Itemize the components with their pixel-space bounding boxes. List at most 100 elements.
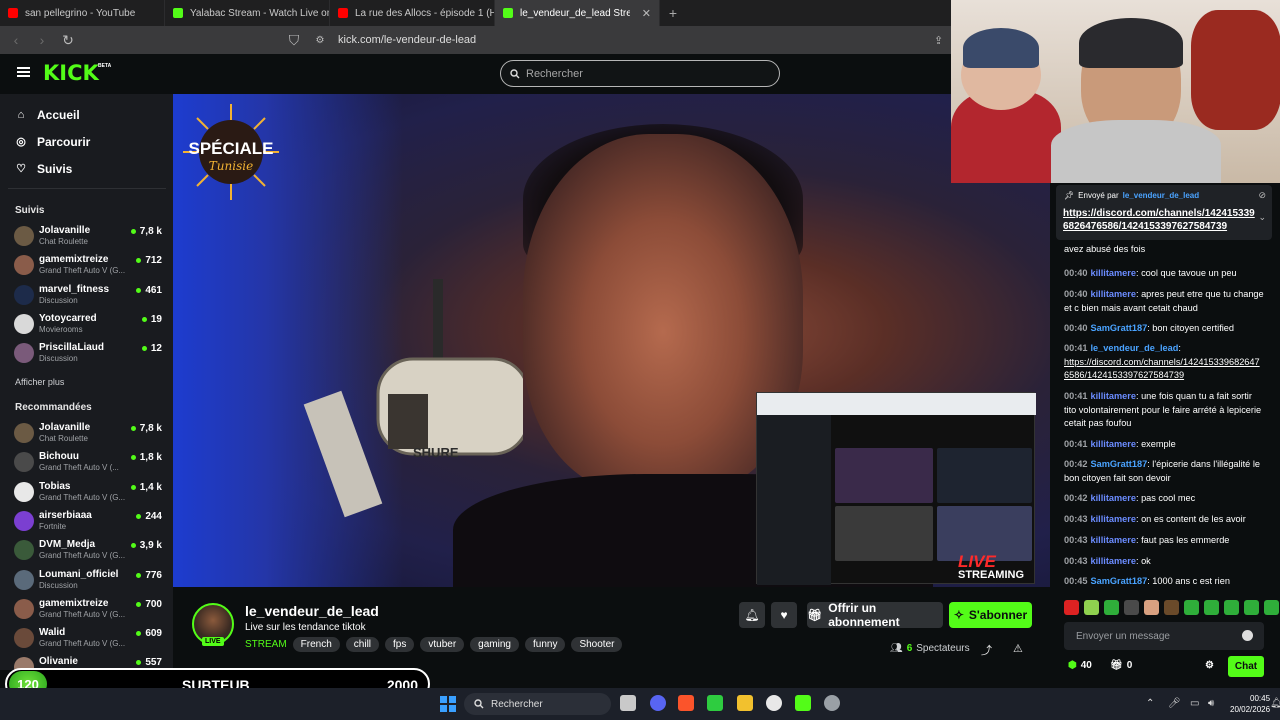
- close-tab-icon[interactable]: ✕: [642, 7, 651, 20]
- channel-points[interactable]: ⬢ 40: [1068, 660, 1092, 671]
- microphone-icon[interactable]: 🎤︎: [1168, 698, 1181, 709]
- chat-link[interactable]: https://discord.com/channels/14241533968…: [1064, 357, 1260, 381]
- channel-item[interactable]: Jolavanille Chat Roulette 7,8 k: [14, 223, 162, 249]
- new-tab-button[interactable]: +: [660, 5, 686, 21]
- chat-username[interactable]: killitamere: [1091, 289, 1136, 299]
- settings-icon[interactable]: [824, 695, 840, 711]
- browser-tab[interactable]: Yalabac Stream - Watch Live on Kick: [165, 0, 330, 26]
- chat-username[interactable]: SamGratt187: [1091, 459, 1148, 469]
- emote-icon[interactable]: [1124, 600, 1139, 615]
- category-link[interactable]: STREAM: [245, 639, 287, 650]
- emote-icon[interactable]: [1164, 600, 1179, 615]
- chat-username[interactable]: killitamere: [1091, 493, 1136, 503]
- gift-counter[interactable]: 🎁︎ 0: [1110, 660, 1132, 671]
- chat-username[interactable]: killitamere: [1091, 268, 1136, 278]
- chevron-down-icon[interactable]: ⌄: [1258, 212, 1266, 223]
- tag-chip[interactable]: chill: [345, 637, 380, 652]
- report-icon[interactable]: ⚠: [1013, 642, 1023, 655]
- send-chat-button[interactable]: Chat: [1228, 656, 1264, 677]
- back-icon[interactable]: ‹: [8, 32, 24, 48]
- channel-item[interactable]: PriscillaLiaud Discussion 12: [14, 340, 162, 366]
- emote-icon[interactable]: [1224, 600, 1239, 615]
- emote-icon[interactable]: [1244, 600, 1259, 615]
- tag-chip[interactable]: French: [292, 637, 340, 652]
- emoji-picker-icon[interactable]: [1242, 630, 1253, 641]
- chat-username[interactable]: killitamere: [1091, 391, 1136, 401]
- video-player[interactable]: SHURE SPÉCIALE Tunisie LIVE STREAMING: [173, 94, 1050, 587]
- show-more-link[interactable]: Afficher plus: [15, 377, 64, 387]
- browser-tab-active[interactable]: le_vendeur_de_lead Stream - Watch Live o…: [495, 0, 660, 26]
- brave-icon[interactable]: [678, 695, 694, 711]
- volume-icon[interactable]: 🔊︎: [1208, 698, 1214, 709]
- chat-username[interactable]: le_vendeur_de_lead: [1091, 343, 1179, 353]
- windows-start-icon[interactable]: [440, 696, 456, 712]
- tag-chip[interactable]: Shooter: [571, 637, 623, 652]
- emote-icon[interactable]: [1264, 600, 1279, 615]
- share-icon[interactable]: ⤴: [981, 642, 992, 658]
- channel-item[interactable]: airserbiaaa Fortnite 244: [14, 508, 162, 534]
- emote-icon[interactable]: [1104, 600, 1119, 615]
- chrome-icon[interactable]: [766, 695, 782, 711]
- sidebar-item-accueil[interactable]: ⌂ Accueil: [15, 108, 80, 122]
- channel-category: Fortnite: [39, 521, 67, 531]
- channel-item[interactable]: gamemixtreize Grand Theft Auto V (G... 700: [14, 596, 162, 622]
- bookmark-icon[interactable]: ⛉: [286, 32, 302, 49]
- wifi-icon[interactable]: ▭: [1190, 698, 1199, 709]
- emote-icon[interactable]: [1084, 600, 1099, 615]
- emote-icon[interactable]: [1184, 600, 1199, 615]
- pinned-link[interactable]: https://discord.com/channels/14241533968…: [1063, 207, 1258, 233]
- notification-icon[interactable]: 🔔︎: [1270, 698, 1280, 709]
- sidebar-item-suivis[interactable]: ♡ Suivis: [15, 162, 72, 176]
- tag-chip[interactable]: fps: [385, 637, 415, 652]
- chat-username[interactable]: killitamere: [1091, 556, 1136, 566]
- forward-icon[interactable]: ›: [34, 32, 50, 48]
- discord-icon[interactable]: [650, 695, 666, 711]
- channel-item[interactable]: Yotoycarred Movierooms 19: [14, 311, 162, 337]
- subscribe-button[interactable]: ✧ S'abonner: [949, 602, 1032, 628]
- hide-pin-icon[interactable]: ⊘: [1258, 190, 1266, 201]
- task-view-icon[interactable]: [620, 695, 636, 711]
- taskbar-search[interactable]: Rechercher: [464, 693, 611, 715]
- channel-item[interactable]: DVM_Medja Grand Theft Auto V (G... 3,9 k: [14, 537, 162, 563]
- channel-item[interactable]: Walid Grand Theft Auto V (G... 609: [14, 625, 162, 651]
- chat-username[interactable]: SamGratt187: [1091, 323, 1148, 333]
- menu-icon[interactable]: [17, 67, 30, 77]
- channel-item[interactable]: gamemixtreize Grand Theft Auto V (G... 712: [14, 252, 162, 278]
- chat-settings-icon[interactable]: ⚙: [1205, 660, 1214, 671]
- channel-item[interactable]: Jolavanille Chat Roulette 7,8 k: [14, 420, 162, 446]
- channel-item[interactable]: Bichouu Grand Theft Auto V (... 1,8 k: [14, 449, 162, 475]
- tag-chip[interactable]: vtuber: [420, 637, 465, 652]
- sidebar-item-parcourir[interactable]: ◎ Parcourir: [15, 135, 90, 149]
- tray-chevron-icon[interactable]: ⌃: [1146, 698, 1154, 709]
- notification-bell-button[interactable]: 🔔︎: [739, 602, 765, 628]
- gift-subscription-button[interactable]: 🎁︎ Offrir un abonnement: [807, 601, 943, 629]
- channel-item[interactable]: Loumani_officiel Discussion 776: [14, 567, 162, 593]
- chat-username[interactable]: killitamere: [1091, 439, 1136, 449]
- chat-username[interactable]: killitamere: [1091, 514, 1136, 524]
- streamer-name[interactable]: le_vendeur_de_lead: [245, 603, 379, 619]
- browser-tab[interactable]: La rue des Allocs - épisode 1 (HD) - You…: [330, 0, 495, 26]
- follow-button[interactable]: ♥: [771, 602, 797, 628]
- channel-item[interactable]: marvel_fitness Discussion 461: [14, 282, 162, 308]
- emote-icon[interactable]: [1144, 600, 1159, 615]
- tag-chip[interactable]: funny: [524, 637, 566, 652]
- site-info-icon[interactable]: ⚙: [312, 35, 328, 46]
- kick-logo[interactable]: KICK: [43, 61, 99, 85]
- app-icon[interactable]: [737, 695, 753, 711]
- pinned-by-user[interactable]: le_vendeur_de_lead: [1123, 191, 1199, 200]
- search-input[interactable]: Rechercher: [500, 60, 780, 87]
- browser-tab[interactable]: san pellegrino - YouTube: [0, 0, 165, 26]
- emote-icon[interactable]: [1204, 600, 1219, 615]
- chat-input[interactable]: Envoyer un message: [1064, 622, 1264, 650]
- url-field[interactable]: kick.com/le-vendeur-de-lead: [338, 34, 476, 46]
- chat-username[interactable]: killitamere: [1091, 535, 1136, 545]
- kick-app-icon[interactable]: [795, 695, 811, 711]
- share-icon[interactable]: ⇪: [934, 34, 943, 47]
- emote-icon[interactable]: [1064, 600, 1079, 615]
- chat-username[interactable]: SamGratt187: [1091, 576, 1148, 586]
- tag-chip[interactable]: gaming: [470, 637, 519, 652]
- system-clock[interactable]: 00:45 20/02/2026: [1230, 693, 1270, 715]
- channel-item[interactable]: Tobias Grand Theft Auto V (G... 1,4 k: [14, 479, 162, 505]
- reload-icon[interactable]: ↻: [60, 32, 76, 49]
- spreadsheet-icon[interactable]: [707, 695, 723, 711]
